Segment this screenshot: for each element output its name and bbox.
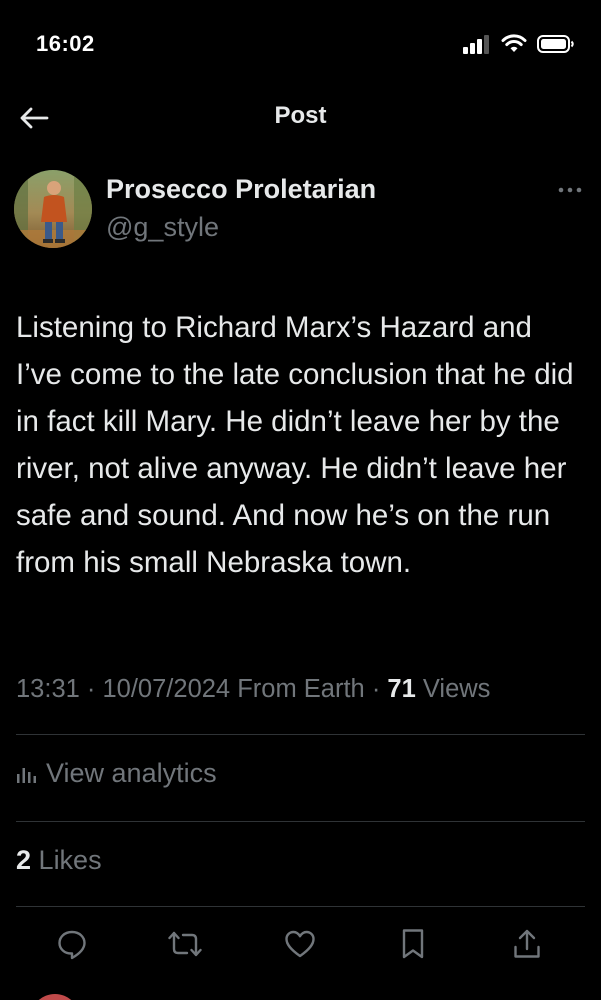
like-icon [285, 930, 315, 958]
post-author: Prosecco Proletarian @g_style [0, 168, 601, 258]
post-time: 13:31 [16, 675, 80, 703]
like-button[interactable] [278, 922, 322, 966]
avatar[interactable] [14, 170, 92, 248]
wifi-icon [501, 34, 527, 52]
meta-separator: · [86, 675, 103, 703]
avatar-image [14, 170, 92, 248]
likes-summary[interactable]: 2 Likes [16, 845, 102, 876]
bookmark-button[interactable] [391, 922, 435, 966]
signal-icon [463, 35, 489, 54]
page-title: Post [274, 102, 327, 129]
post-meta: 13:31 · 10/07/2024 From Earth · 71 Views [16, 675, 490, 704]
next-post-peek [0, 986, 601, 1000]
post-text: Listening to Richard Marx’s Hazard and I… [16, 311, 574, 579]
author-name[interactable]: Prosecco Proletarian [106, 174, 376, 205]
more-options-button[interactable] [555, 178, 585, 202]
view-analytics-button[interactable]: View analytics [16, 758, 217, 789]
post-source: From Earth [237, 675, 365, 703]
battery-icon [537, 35, 574, 53]
nav-header: Post [0, 90, 601, 146]
divider [16, 734, 585, 735]
reply-button[interactable] [50, 922, 94, 966]
status-time: 16:02 [36, 31, 95, 56]
share-icon [514, 929, 540, 958]
status-bar: 16:02 [0, 0, 601, 90]
divider [16, 906, 585, 907]
analytics-icon [17, 767, 36, 783]
reply-icon [58, 930, 86, 960]
repost-icon [168, 931, 202, 957]
more-dots-icon [558, 187, 582, 193]
repost-button[interactable] [163, 922, 207, 966]
author-handle[interactable]: @g_style [106, 212, 219, 243]
views-label: Views [422, 675, 491, 703]
views-count: 71 [387, 675, 416, 703]
divider [16, 821, 585, 822]
bookmark-icon [402, 929, 424, 959]
avatar [30, 994, 80, 1000]
likes-count: 2 [16, 845, 32, 875]
likes-label: Likes [38, 845, 102, 875]
action-bar [0, 922, 601, 968]
post-date: 10/07/2024 [102, 675, 231, 703]
analytics-label: View analytics [46, 758, 217, 788]
status-icons [463, 34, 575, 54]
meta-separator: · [371, 675, 388, 703]
share-button[interactable] [505, 922, 549, 966]
